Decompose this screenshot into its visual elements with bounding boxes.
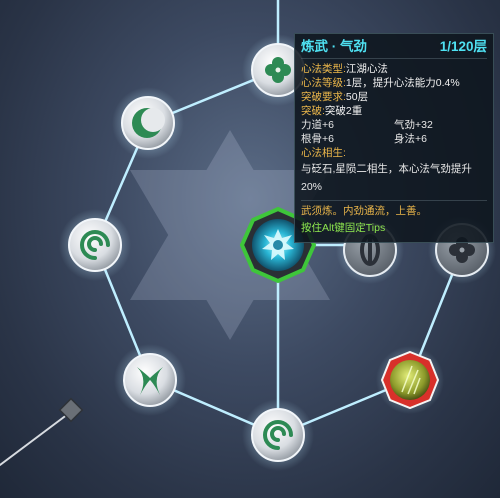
stat-qijin: 气劲+32: [394, 119, 433, 131]
grade-row: 心法等级:1层，提升心法能力0.4%: [301, 76, 487, 90]
stat-agility: 身法+6: [394, 133, 427, 145]
break-value: 突破2重: [324, 105, 363, 117]
motto-text: 武须炼。内劲通流，上善。: [301, 205, 427, 217]
stats-grid: 力道+6 气劲+32 根骨+6 身法+6: [301, 118, 487, 146]
break-req-row: 突破要求:50层: [301, 90, 487, 104]
break-row: 突破:突破2重: [301, 104, 487, 118]
break-req-label: 突破要求:: [301, 91, 346, 103]
node-spiral-left[interactable]: [59, 209, 131, 281]
stat-constitution: 根骨+6: [301, 133, 334, 145]
node-crystal[interactable]: [376, 346, 444, 414]
tooltip-level: 1/120层: [439, 39, 487, 54]
node-spiral-bottom[interactable]: [242, 399, 314, 471]
node-claws[interactable]: [114, 344, 186, 416]
tooltip-divider: [301, 200, 487, 201]
tooltip-header: 炼武 · 气劲 1/120层: [301, 36, 487, 59]
type-row: 心法类型:江湖心法: [301, 62, 487, 76]
stat-strength: 力道+6: [301, 119, 334, 131]
type-value: 江湖心法: [345, 63, 388, 75]
tooltip-title: 炼武 · 气劲: [301, 39, 367, 54]
node-crescent[interactable]: [112, 87, 184, 159]
alt-hint-text: 按住Alt键固定Tips: [301, 222, 386, 234]
grade-label: 心法等级:: [301, 77, 346, 89]
skill-tooltip: 炼武 · 气劲 1/120层 心法类型:江湖心法 心法等级:1层，提升心法能力0…: [294, 33, 494, 243]
break-label: 突破:: [301, 105, 325, 117]
type-label: 心法类型:: [301, 63, 346, 75]
synergy-label: 心法相生:: [301, 147, 346, 159]
grade-value: 1层，提升心法能力0.4%: [345, 77, 460, 89]
break-req-value: 50层: [345, 91, 369, 103]
synergy-text: 与砭石,星陨二相生，本心法气劲提升20%: [301, 163, 472, 193]
